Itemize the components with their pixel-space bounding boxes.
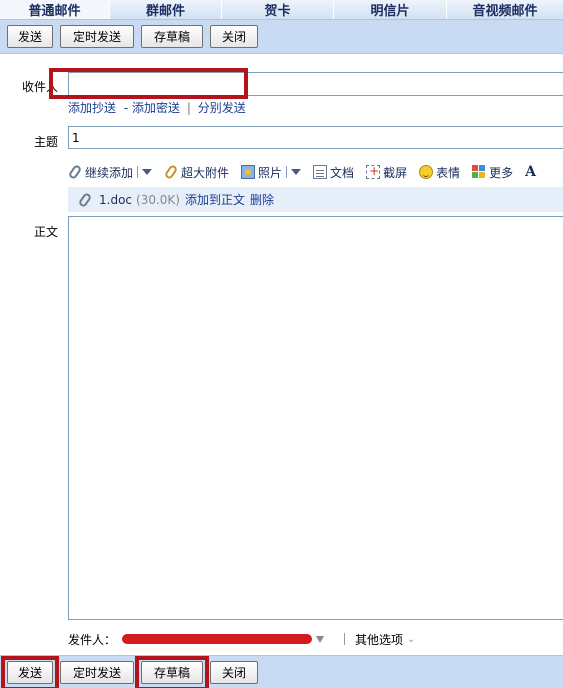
add-cc-link[interactable]: 添加抄送 <box>68 101 116 115</box>
emoji-label: 表情 <box>436 165 461 180</box>
attachment-item: 1.doc (30.0K) 添加到正文 删除 <box>68 187 563 212</box>
large-attachment-tool[interactable]: 超大附件 <box>163 163 230 181</box>
tab-postcard[interactable]: 明信片 <box>334 0 447 19</box>
link-separator: | <box>186 101 191 115</box>
photo-icon <box>241 165 256 179</box>
tab-video-mail[interactable]: 音视频邮件 <box>447 0 563 19</box>
other-options-link[interactable]: 其他选项 <box>355 631 403 648</box>
recipient-highlight-box <box>49 68 248 99</box>
save-draft-button[interactable]: 存草稿 <box>141 25 203 48</box>
attachment-toolbar: 继续添加 超大附件 照片 文档 截屏 表情 更多 A <box>67 160 563 184</box>
font-tool[interactable]: A <box>525 164 538 180</box>
tab-group-mail[interactable]: 群邮件 <box>110 0 222 19</box>
recipient-links: 添加抄送 - 添加密送 | 分别发送 <box>68 99 246 116</box>
subject-input[interactable]: 1 <box>68 126 563 149</box>
paperclip-icon <box>67 163 83 181</box>
gold-paperclip-icon <box>163 163 179 181</box>
continue-add-label: 继续添加 <box>85 165 134 180</box>
screenshot-label: 截屏 <box>383 165 408 180</box>
smiley-icon <box>419 165 434 179</box>
document-label: 文档 <box>330 165 355 180</box>
compose-tabs: 普通邮件 群邮件 贺卡 明信片 音视频邮件 <box>0 0 563 19</box>
font-icon: A <box>525 164 536 180</box>
tab-greeting-card[interactable]: 贺卡 <box>222 0 334 19</box>
document-icon <box>313 165 328 179</box>
send-button[interactable]: 发送 <box>1 655 59 688</box>
top-toolbar: 发送 定时发送 存草稿 关闭 <box>0 19 563 54</box>
paperclip-icon <box>77 191 93 208</box>
timed-send-button[interactable]: 定时发送 <box>60 660 134 684</box>
chevron-down-icon[interactable] <box>142 169 153 175</box>
double-chevron-down-icon[interactable]: ⌄ <box>407 634 415 645</box>
divider <box>344 633 346 645</box>
close-button[interactable]: 关闭 <box>210 660 258 684</box>
bottom-toolbar: 发送 定时发送 存草稿 关闭 <box>0 655 563 688</box>
delete-attachment-link[interactable]: 删除 <box>250 191 274 208</box>
sender-address-redacted[interactable] <box>122 634 313 644</box>
send-button[interactable]: 发送 <box>7 25 53 48</box>
photo-tool[interactable]: 照片 <box>241 164 302 181</box>
divider <box>286 166 288 178</box>
continue-add-tool[interactable]: 继续添加 <box>67 163 153 181</box>
chevron-down-icon[interactable] <box>316 635 325 643</box>
document-tool[interactable]: 文档 <box>313 164 354 181</box>
body-label: 正文 <box>34 225 59 239</box>
emoji-tool[interactable]: 表情 <box>419 164 460 181</box>
timed-send-button[interactable]: 定时发送 <box>60 25 134 48</box>
large-attachment-label: 超大附件 <box>181 165 230 180</box>
tab-normal-mail[interactable]: 普通邮件 <box>0 0 110 19</box>
photo-label: 照片 <box>258 165 283 180</box>
attachment-size: (30.0K) <box>136 192 180 207</box>
body-editor[interactable] <box>68 216 563 620</box>
add-bcc-link[interactable]: - 添加密送 <box>124 101 180 115</box>
sender-label: 发件人： <box>68 632 117 647</box>
close-button[interactable]: 关闭 <box>210 25 258 48</box>
separate-send-link[interactable]: 分别发送 <box>198 101 246 115</box>
sender-row: 发件人： 其他选项 ⌄ <box>68 629 563 649</box>
divider <box>137 166 139 178</box>
screenshot-icon <box>366 164 381 179</box>
more-tool[interactable]: 更多 <box>472 164 513 181</box>
attachment-filename[interactable]: 1.doc <box>99 193 132 207</box>
more-label: 更多 <box>489 165 514 180</box>
save-draft-button[interactable]: 存草稿 <box>135 655 209 688</box>
subject-label: 主题 <box>34 135 59 149</box>
chevron-down-icon[interactable] <box>291 169 302 175</box>
screenshot-tool[interactable]: 截屏 <box>366 164 407 181</box>
grid-icon <box>472 165 486 179</box>
add-to-body-link[interactable]: 添加到正文 <box>185 191 245 208</box>
